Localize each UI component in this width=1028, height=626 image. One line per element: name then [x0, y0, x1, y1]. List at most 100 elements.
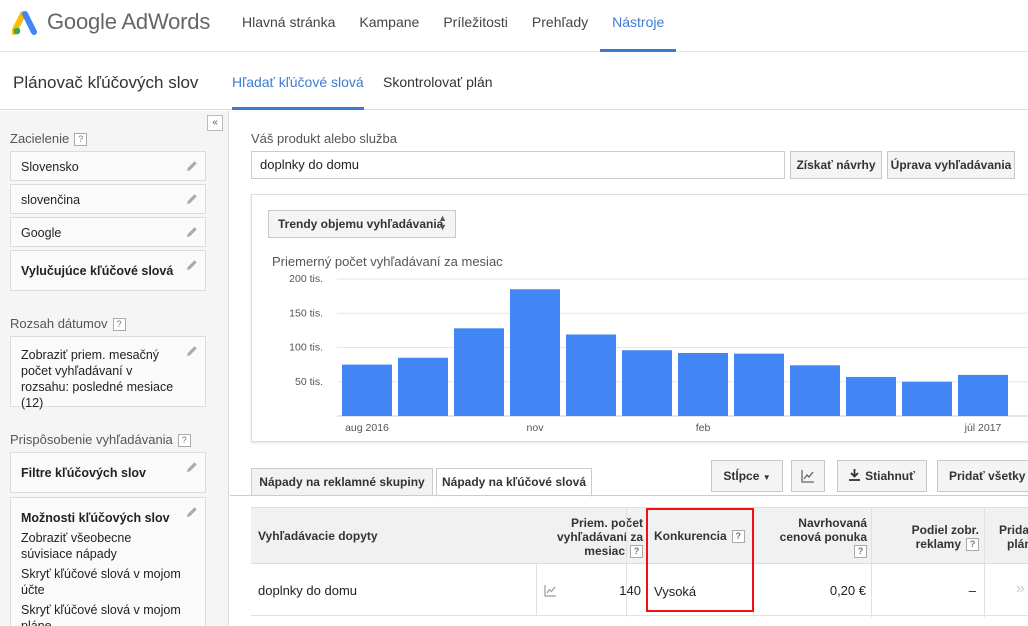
bar: [846, 376, 896, 416]
chart-toggle-button[interactable]: [791, 460, 825, 492]
col-avg-line3-text: mesiac: [584, 544, 625, 558]
keyword-filters[interactable]: Filtre kľúčových slov: [10, 452, 206, 493]
col-share-line1: Podiel zobr.: [911, 523, 979, 537]
col-avg-line2: vyhľadávaní za: [557, 530, 643, 544]
cell-query[interactable]: doplnky do domu: [258, 583, 357, 598]
date-range-box[interactable]: Zobraziť priem. mesačný počet vyhľadávan…: [10, 336, 206, 410]
get-ideas-button[interactable]: Získať návrhy: [790, 151, 882, 179]
help-icon[interactable]: ?: [966, 538, 979, 551]
modify-search-button[interactable]: Úprava vyhľadávania: [887, 151, 1015, 179]
tab-keyword-ideas[interactable]: Nápady na kľúčové slová: [436, 468, 592, 497]
cell-share: –: [968, 583, 976, 598]
col-bid-line1: Navrhovaná: [798, 516, 867, 530]
bar: [398, 357, 448, 416]
select-arrows-icon: ▲ ▼: [438, 213, 447, 232]
y-tick-label: 200 tis.: [289, 273, 323, 285]
col-bid-line2: cenová ponuka: [779, 530, 867, 544]
main-content: Váš produkt alebo služba doplnky do domu…: [230, 111, 1028, 626]
nav-home[interactable]: Hlavná stránka: [230, 0, 347, 52]
col-query-header[interactable]: Vyhľadávacie dopyty: [258, 529, 378, 543]
help-icon[interactable]: ?: [74, 133, 88, 146]
nav-opportunities[interactable]: Príležitosti: [431, 0, 520, 52]
negative-keywords-label: Vylučujúce kľúčové slová: [21, 264, 174, 278]
pencil-icon[interactable]: [186, 345, 198, 357]
targeting-label-text: Zacielenie: [10, 131, 70, 146]
bar: [454, 328, 504, 416]
cell-bid: 0,20 €: [829, 583, 866, 598]
product-label: Váš produkt alebo služba: [251, 131, 397, 146]
option-broad-ideas: Zobraziť všeobecne súvisiace nápady: [21, 531, 132, 561]
pencil-icon[interactable]: [186, 506, 198, 518]
col-add-header[interactable]: Prida plán: [999, 523, 1028, 551]
col-bid-help: ?: [756, 544, 867, 558]
chart-type-select-label: Trendy objemu vyhľadávania: [278, 217, 444, 231]
adwords-logo-icon[interactable]: [12, 8, 40, 36]
tab-ad-group-ideas[interactable]: Nápady na reklamné skupiny: [251, 468, 433, 496]
negative-keywords[interactable]: Vylučujúce kľúčové slová: [10, 250, 206, 291]
tab-find-keywords[interactable]: Hľadať kľúčové slová: [232, 52, 364, 110]
y-tick-label: 100 tis.: [289, 342, 323, 354]
x-tick-label: feb: [696, 422, 711, 434]
brand-name[interactable]: Google AdWords: [47, 9, 210, 35]
col-add-line1: Prida: [999, 523, 1028, 537]
customize-search-label: Prispôsobenie vyhľadávania?: [10, 432, 191, 447]
pencil-icon[interactable]: [186, 193, 198, 205]
bar: [958, 374, 1008, 416]
collapse-sidebar-button[interactable]: «: [207, 115, 223, 131]
main-nav: Hlavná stránka Kampane Príležitosti Preh…: [230, 0, 677, 52]
pencil-icon[interactable]: [186, 259, 198, 271]
sidebar: « Zacielenie? Slovensko slovenčina Googl…: [0, 111, 229, 626]
option-hide-account: Skryť kľúčové slová v mojom účte: [21, 567, 181, 597]
date-range-label-text: Rozsah dátumov: [10, 316, 108, 331]
bar: [342, 364, 392, 416]
tabs-divider: [230, 495, 1028, 496]
keyword-options[interactable]: Možnosti kľúčových slov Zobraziť všeobec…: [10, 497, 206, 626]
col-avg-searches-header[interactable]: Priem. počet vyhľadávaní za mesiac?: [549, 516, 643, 558]
add-all-button[interactable]: Pridať všetky (: [937, 460, 1028, 492]
table-row[interactable]: doplnky do domu 140 Vysoká 0,20 € – »: [251, 564, 1028, 616]
col-share-line2: reklamy?: [884, 537, 979, 551]
targeting-network[interactable]: Google: [10, 217, 206, 247]
targeting-network-value: Google: [21, 226, 62, 240]
cell-avg-searches: 140: [619, 583, 641, 598]
download-icon: [849, 469, 861, 481]
date-range-value: Zobraziť priem. mesačný počet vyhľadávan…: [21, 348, 174, 410]
keyword-filters-label: Filtre kľúčových slov: [21, 466, 146, 480]
trend-chart-icon[interactable]: [544, 584, 557, 597]
col-share-header[interactable]: Podiel zobr. reklamy?: [884, 523, 979, 551]
option-hide-plan: Skryť kľúčové slová v mojom pláne: [21, 603, 181, 626]
columns-button[interactable]: Stĺpce ▼: [711, 460, 783, 492]
top-bar: Google AdWords Hlavná stránka Kampane Pr…: [0, 0, 1028, 52]
add-to-plan-icon[interactable]: »: [1016, 580, 1025, 598]
tab-review-plan[interactable]: Skontrolovať plán: [383, 52, 493, 110]
chart-title: Priemerný počet vyhľadávaní za mesiac: [272, 254, 503, 269]
bar: [678, 352, 728, 416]
nav-reports[interactable]: Prehľady: [520, 0, 600, 52]
targeting-location-value: Slovensko: [21, 160, 79, 174]
help-icon[interactable]: ?: [630, 545, 643, 558]
help-icon[interactable]: ?: [112, 318, 126, 331]
targeting-location[interactable]: Slovensko: [10, 151, 206, 181]
pencil-icon[interactable]: [186, 461, 198, 473]
pencil-icon[interactable]: [186, 160, 198, 172]
pencil-icon[interactable]: [186, 226, 198, 238]
planner-bar: Plánovač kľúčových slov Hľadať kľúčové s…: [0, 52, 1028, 110]
nav-tools[interactable]: Nástroje: [600, 0, 677, 52]
x-tick-label: júl 2017: [964, 422, 1002, 434]
product-input[interactable]: doplnky do domu: [251, 151, 785, 179]
bar: [622, 350, 672, 416]
col-avg-line1: Priem. počet: [570, 516, 643, 530]
targeting-language[interactable]: slovenčina: [10, 184, 206, 214]
chart-type-select[interactable]: Trendy objemu vyhľadávania ▲ ▼: [268, 210, 456, 238]
column-divider: [536, 564, 537, 616]
nav-campaigns[interactable]: Kampane: [347, 0, 431, 52]
col-bid-header[interactable]: Navrhovaná cenová ponuka ?: [756, 516, 867, 558]
col-avg-line3: mesiac?: [549, 544, 643, 558]
help-icon[interactable]: ?: [177, 434, 191, 447]
download-button[interactable]: Stiahnuť: [837, 460, 927, 492]
download-button-label: Stiahnuť: [865, 469, 915, 483]
col-add-line2: plán: [1007, 537, 1028, 551]
help-icon[interactable]: ?: [854, 545, 867, 558]
column-divider: [984, 507, 985, 617]
customize-search-label-text: Prispôsobenie vyhľadávania: [10, 432, 173, 447]
